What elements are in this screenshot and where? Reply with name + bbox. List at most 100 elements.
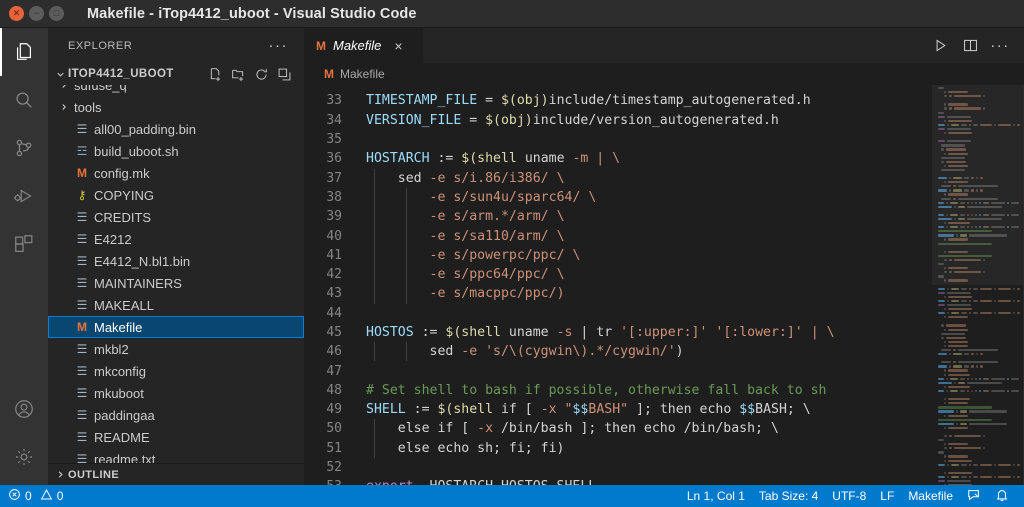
title-bar: ✕ − □ Makefile - iTop4412_uboot - Visual… [0,0,1024,28]
code-line[interactable]: 42 -e s/ppc64/ppc/ \ [304,265,932,284]
minimap-line [938,369,1020,372]
status-problems[interactable]: 0 0 [8,485,70,507]
tree-item-readme[interactable]: ☰ README [48,426,304,448]
tree-item-copying[interactable]: ⚷ COPYING [48,184,304,206]
window-controls: ✕ − □ [0,6,73,21]
status-eol[interactable]: LF [873,485,901,507]
maximize-button[interactable]: □ [49,6,64,21]
close-icon[interactable]: × [394,39,402,53]
code-line[interactable]: 41 -e s/powerpc/ppc/ \ [304,246,932,265]
tree-item-label: MAKEALL [94,297,154,313]
run-icon[interactable] [926,28,954,63]
activity-settings[interactable] [0,433,48,481]
code-scroll-area[interactable]: 32endif33TIMESTAMP_FILE = $(obj)include/… [304,85,932,485]
split-editor-icon[interactable] [956,28,984,63]
outline-section-header[interactable]: OUTLINE [48,463,304,485]
tab-makefile[interactable]: M Makefile × [304,28,424,63]
code-token: -e s/arm.*/arm/ \ [429,209,565,225]
code-line[interactable]: 33 TIMESTAMP_FILE = $(obj)include/timesta… [304,91,932,110]
tree-item-mkuboot[interactable]: ☰ mkuboot [48,382,304,404]
tree-item-makefile[interactable]: M Makefile [48,316,304,338]
tree-item-tools[interactable]: tools [48,96,304,118]
activity-extensions[interactable] [0,220,48,268]
code-line[interactable]: 34 VERSION_FILE = $(obj)include/version_a… [304,111,932,130]
code-token: $(shell [445,325,501,340]
code-token: '[:lower:]' [715,325,803,340]
file-tree[interactable]: sdfuse_q tools ☰ all00_padding.bin ☲ build_ub… [48,85,304,463]
tree-item-maintainers[interactable]: ☰ MAINTAINERS [48,272,304,294]
code-line[interactable]: 37 sed -e s/i.86/i386/ \ [304,168,932,187]
code-line[interactable]: 47 [304,361,932,380]
code-editor[interactable]: 32endif33TIMESTAMP_FILE = $(obj)include/… [304,85,1024,485]
minimap-slider[interactable] [932,85,1024,285]
minimap[interactable] [932,85,1024,485]
breadcrumb[interactable]: M Makefile [304,63,1024,85]
status-encoding[interactable]: UTF-8 [825,485,873,507]
tree-item-label: all00_padding.bin [94,121,196,137]
refresh-icon[interactable] [251,64,271,84]
tree-item-readme-txt[interactable]: ☰ readme.txt [48,448,304,464]
code-line[interactable]: 50 else if [ -x /bin/bash ]; then echo /… [304,419,932,438]
status-language-mode[interactable]: Makefile [901,485,960,507]
tree-item-all00-padding-bin[interactable]: ☰ all00_padding.bin [48,118,304,140]
code-line[interactable]: 40 -e s/sa110/arm/ \ [304,226,932,245]
tree-item-build-uboot-sh[interactable]: ☲ build_uboot.sh [48,140,304,162]
status-feedback[interactable] [960,485,988,507]
code-line[interactable]: 51 else echo sh; fi; fi) [304,439,932,458]
activity-search[interactable] [0,76,48,124]
code-line[interactable]: 53export HOSTARCH HOSTOS SHELL [304,477,932,485]
status-tab-size[interactable]: Tab Size: 4 [752,485,825,507]
tree-item-e4212[interactable]: ☰ E4212 [48,228,304,250]
code-token: BASH" [588,402,629,418]
activity-run-and-debug[interactable] [0,172,48,220]
code-token: sed [366,344,462,360]
vscode-window: ✕ − □ Makefile - iTop4412_uboot - Visual… [0,0,1024,507]
sidebar-more-actions[interactable]: ··· [259,38,299,53]
code-line[interactable]: 49 SHELL := $(shell if [ -x "$$BASH" ]; t… [304,400,932,419]
new-file-icon[interactable] [205,64,225,84]
file-icon: ☰ [76,210,88,224]
tree-item-makeall[interactable]: ☰ MAKEALL [48,294,304,316]
tree-item-e4412-n-bl1-bin[interactable]: ☰ E4412_N.bl1.bin [48,250,304,272]
code-line[interactable]: 38 -e s/sun4u/sparc64/ \ [304,188,932,207]
tree-item-mkbl2[interactable]: ☰ mkbl2 [48,338,304,360]
activity-accounts[interactable] [0,385,48,433]
tree-item-mkconfig[interactable]: ☰ mkconfig [48,360,304,382]
activity-explorer[interactable] [0,28,48,76]
code-line[interactable]: 46 sed -e 's/\(cygwin\).*/cygwin/') [304,342,932,361]
tree-item-credits[interactable]: ☰ CREDITS [48,206,304,228]
activity-source-control[interactable] [0,124,48,172]
code-line[interactable]: 35 [304,130,932,149]
code-line[interactable]: 43 -e s/macppc/ppc/) [304,284,932,303]
code-token: -e s/sa110/arm/ \ [429,228,565,244]
sidebar: EXPLORER ··· ITOP4412_UBOOT sdfuse_q too… [48,28,304,485]
line-number: 35 [326,132,342,148]
minimize-button[interactable]: − [29,6,44,21]
close-button[interactable]: ✕ [9,6,24,21]
line-content: -e s/sun4u/sparc64/ \ [366,190,932,205]
code-token: $$ [572,402,589,418]
tree-item-paddingaa[interactable]: ☰ paddingaa [48,404,304,426]
status-cursor-position[interactable]: Ln 1, Col 1 [680,485,752,507]
tree-item-label: README [94,429,150,445]
status-notifications[interactable] [988,485,1016,507]
file-icon: ☰ [76,430,88,444]
code-line[interactable]: 36 HOSTARCH := $(shell uname -m | \ [304,149,932,168]
code-line[interactable]: 52 [304,458,932,477]
code-line[interactable]: 48 # Set shell to bash if possible, other… [304,381,932,400]
chevron-right-icon [56,85,72,90]
workspace-folder-row[interactable]: ITOP4412_UBOOT [48,63,304,85]
tree-item-sdfuse-q[interactable]: sdfuse_q [48,85,304,96]
file-icon: ☰ [76,408,88,422]
more-actions-icon[interactable]: ··· [986,28,1014,63]
tree-item-config-mk[interactable]: Mconfig.mk [48,162,304,184]
code-line[interactable]: 45 HOSTOS := $(shell uname -s | tr '[:upp… [304,323,932,342]
code-line[interactable]: 44 [304,304,932,323]
line-number: 49 [326,402,342,418]
code-line[interactable]: 39 -e s/arm.*/arm/ \ [304,207,932,226]
new-folder-icon[interactable] [228,64,248,84]
collapse-all-icon[interactable] [274,64,294,84]
code-token: -e s/ppc64/ppc/ \ [429,267,565,283]
minimap-line [938,320,1020,323]
